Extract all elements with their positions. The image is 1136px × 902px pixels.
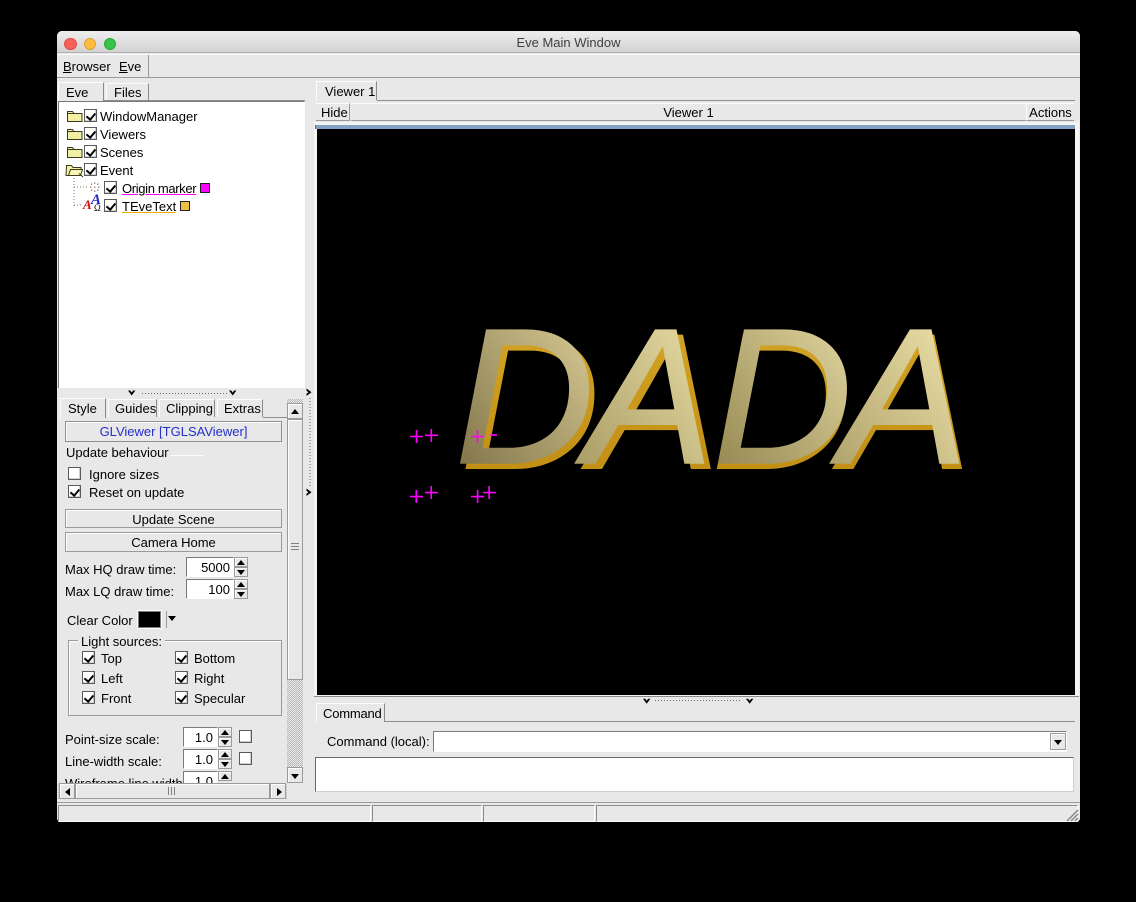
svg-text:A: A: [830, 288, 960, 504]
svg-text:Ω: Ω: [94, 203, 101, 213]
svg-text:D: D: [713, 288, 847, 504]
svg-text:D: D: [455, 288, 589, 504]
svg-text:A: A: [575, 288, 705, 504]
